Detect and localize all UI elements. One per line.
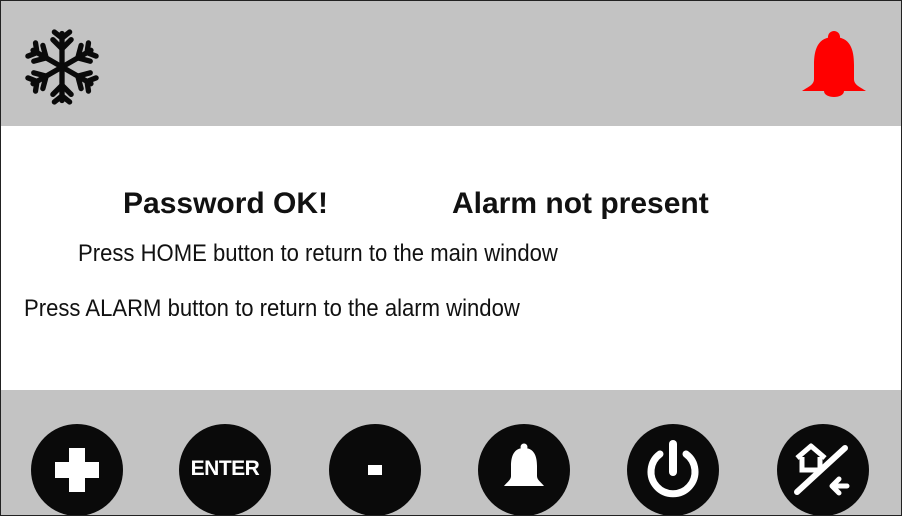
- alarm-status: Alarm not present: [452, 187, 709, 220]
- enter-button[interactable]: ENTER: [179, 424, 271, 515]
- password-status: Password OK!: [123, 187, 329, 220]
- power-icon: [647, 440, 699, 498]
- power-button[interactable]: [627, 424, 719, 515]
- alarm-instruction: Press ALARM button to return to the alar…: [24, 295, 520, 322]
- bottom-bar: [1, 390, 901, 515]
- home-back-icon: [794, 443, 850, 496]
- bell-icon[interactable]: [794, 31, 874, 101]
- home-instruction: Press HOME button to return to the main …: [78, 240, 558, 267]
- enter-label: ENTER: [190, 457, 260, 480]
- bell-icon: [504, 443, 544, 486]
- plus-button[interactable]: [31, 424, 123, 515]
- minus-icon: [368, 465, 382, 475]
- home-button[interactable]: [777, 424, 869, 515]
- top-bar: [1, 1, 901, 126]
- minus-button[interactable]: [329, 424, 421, 515]
- alarm-button[interactable]: [478, 424, 570, 515]
- snowflake-icon: [24, 29, 100, 105]
- plus-icon: [55, 448, 99, 492]
- hmi-screen: Password OK! Alarm not present Press HOM…: [0, 0, 902, 516]
